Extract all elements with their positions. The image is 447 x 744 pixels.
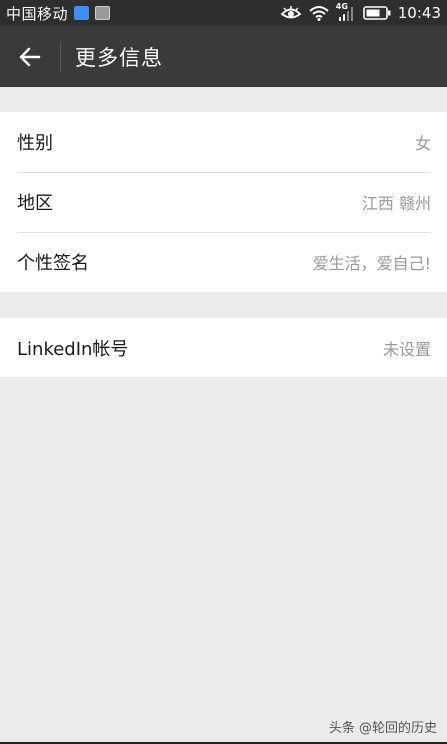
region-row[interactable]: 地区 江西 赣州 xyxy=(0,172,447,232)
linkedin-value: 未设置 xyxy=(382,339,431,359)
gender-value: 女 xyxy=(414,134,431,153)
back-button[interactable] xyxy=(0,26,60,87)
linkedin-row[interactable]: LinkedIn帐号 未设置 xyxy=(0,318,447,377)
profile-info-group: 性别 女 地区 江西 赣州 个性签名 爱生活，爱自己! xyxy=(0,112,447,292)
status-right: 4G 10:43 xyxy=(280,2,441,22)
linkedin-label: LinkedIn帐号 xyxy=(17,338,129,360)
watermark: 头条 @轮回的历史 xyxy=(328,721,437,736)
signal-indicator: 4G xyxy=(336,2,356,22)
app-notification-icon xyxy=(74,6,90,20)
eye-icon xyxy=(280,6,302,19)
status-left: 中国移动 xyxy=(6,3,111,24)
top-app-bar: 更多信息 xyxy=(0,26,447,87)
status-bar: 中国移动 4G 10:43 xyxy=(0,0,447,26)
image-notification-icon xyxy=(95,6,111,20)
linkedin-group: LinkedIn帐号 未设置 xyxy=(0,318,447,377)
gender-row[interactable]: 性别 女 xyxy=(0,112,447,172)
battery-icon xyxy=(362,6,391,20)
page-title: 更多信息 xyxy=(75,45,163,70)
region-label: 地区 xyxy=(17,193,53,214)
wifi-icon xyxy=(309,6,329,21)
clock: 10:43 xyxy=(397,4,441,22)
gender-label: 性别 xyxy=(17,133,53,154)
arrow-left-icon xyxy=(19,47,41,66)
signature-value: 爱生活，爱自己! xyxy=(312,254,431,273)
signature-label: 个性签名 xyxy=(17,253,89,274)
region-value: 江西 赣州 xyxy=(361,194,431,213)
signature-row[interactable]: 个性签名 爱生活，爱自己! xyxy=(0,232,447,292)
header-divider xyxy=(60,41,61,72)
carrier-label: 中国移动 xyxy=(6,4,69,23)
signal-bars-icon xyxy=(338,7,353,21)
